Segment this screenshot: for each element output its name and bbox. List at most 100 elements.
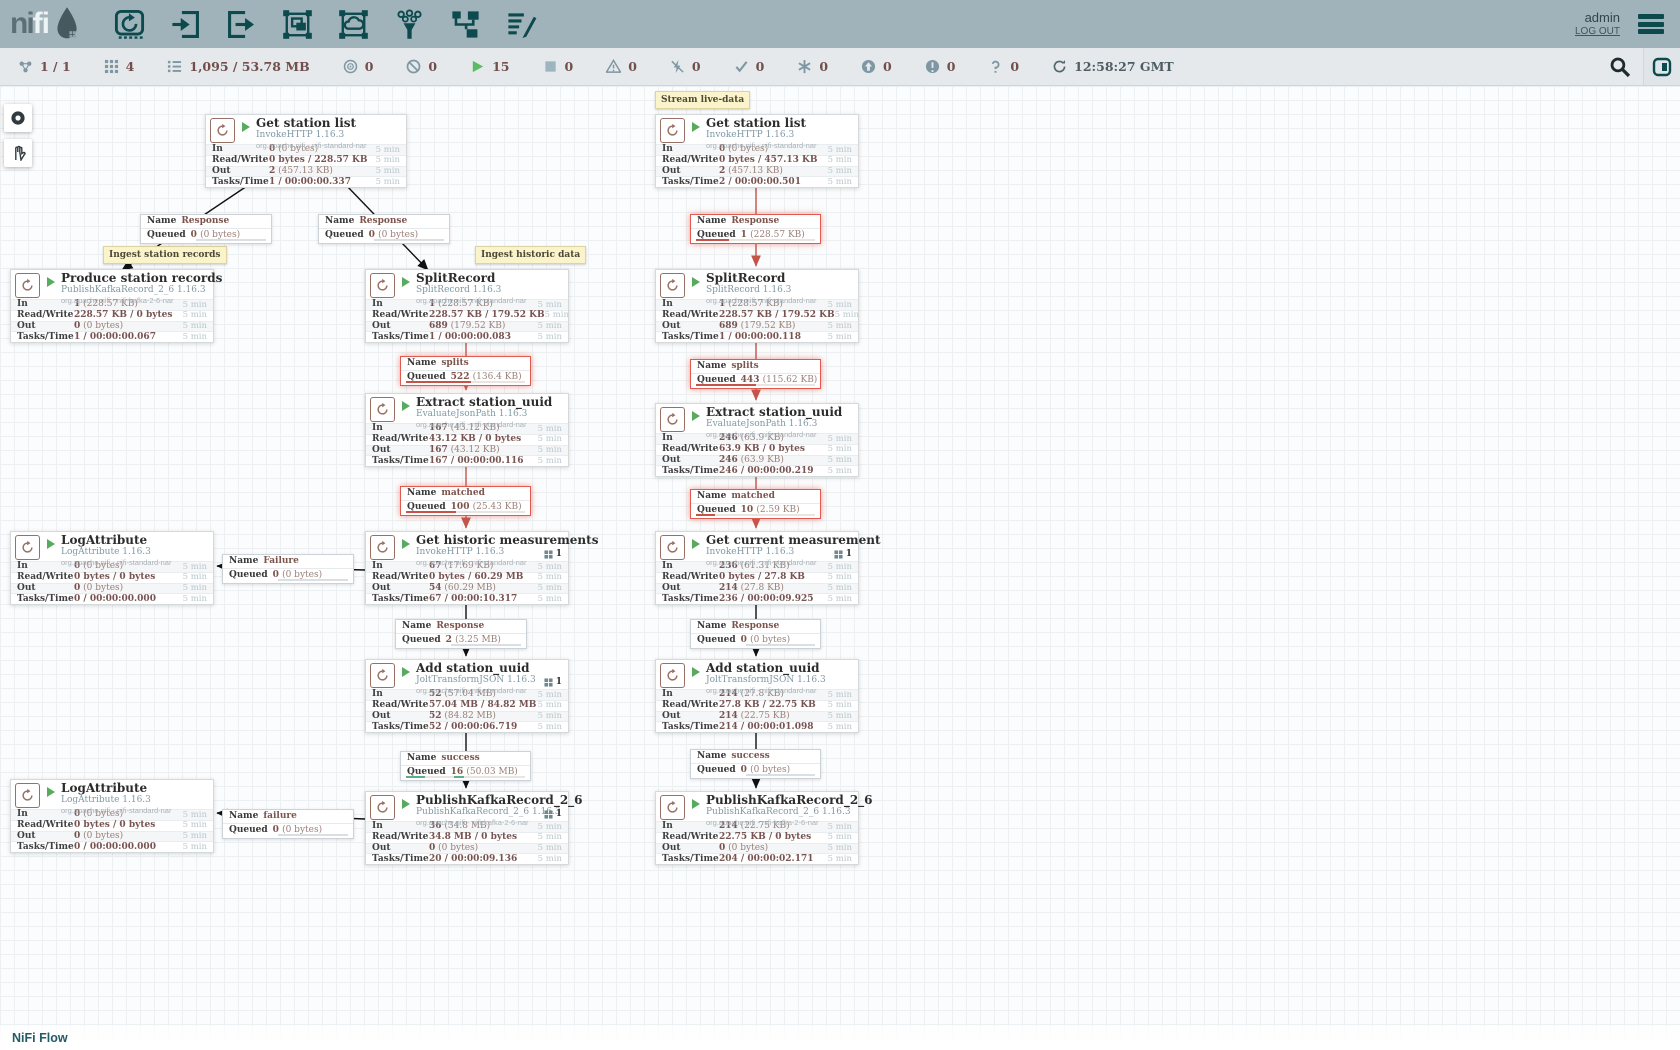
connection-response-to-produce[interactable]: NameResponseQueued0 (0 bytes) (140, 214, 272, 244)
connection-response-to-split[interactable]: NameResponseQueued0 (0 bytes) (318, 214, 450, 244)
processor-splitrecord-historic[interactable]: SplitRecordSplitRecord 1.16.3org.apache.… (365, 269, 569, 343)
connection-name-value: Failure (263, 557, 299, 567)
processor-name: Extract station_uuid (416, 396, 568, 408)
tool-processor-icon[interactable] (114, 9, 145, 40)
connection-failure-upper[interactable]: NameFailureQueued0 (0 bytes) (222, 554, 354, 584)
connection-success-live[interactable]: NamesuccessQueued0 (0 bytes) (690, 749, 821, 779)
tool-label-icon[interactable] (506, 9, 537, 40)
breadcrumb[interactable]: NiFi Flow (12, 1031, 68, 1045)
stat-row-out: Out689 (179.52 KB)5 min (366, 321, 568, 332)
stat-value: 246 / 00:00:00.219 (719, 467, 828, 476)
connection-matched-historic[interactable]: NamematchedQueued100 (25.43 KB) (400, 486, 531, 516)
connection-splits-live[interactable]: NamesplitsQueued443 (115.62 KB) (690, 359, 821, 389)
processor-publishkafka-live[interactable]: PublishKafkaRecord_2_6PublishKafkaRecord… (655, 791, 859, 865)
flow-canvas[interactable]: NiFi Flow Ingest station records Ingest h… (0, 86, 1680, 1050)
queue-percent-bar (406, 776, 525, 778)
processor-splitrecord-live[interactable]: SplitRecordSplitRecord 1.16.3org.apache.… (655, 269, 859, 343)
operate-button[interactable] (4, 139, 32, 167)
status-last-refresh[interactable]: 12:58:27 GMT (1052, 59, 1174, 74)
stat-row-tasks-time: Tasks/Time0 / 00:00:00.0005 min (11, 841, 213, 852)
processor-logattribute-lower[interactable]: LogAttributeLogAttribute 1.16.3org.apach… (10, 779, 214, 853)
global-menu-icon[interactable] (1638, 14, 1664, 34)
queue-percent-bar (696, 644, 815, 646)
tool-output-port-icon[interactable] (226, 9, 257, 40)
stat-row-out: Out52 (84.82 MB)5 min (366, 711, 568, 722)
processor-produce-station-records[interactable]: Produce station recordsPublishKafkaRecor… (10, 269, 214, 343)
flow-label[interactable]: Ingest station records (103, 246, 227, 264)
stat-value: 0 bytes / 0 bytes (74, 573, 183, 582)
stat-value: 228.57 KB / 179.52 KB (429, 311, 545, 320)
processor-type-icon (660, 118, 685, 143)
processor-publishkafka-historic[interactable]: PublishKafkaRecord_2_6PublishKafkaRecord… (365, 791, 569, 865)
processor-get-station-list-live[interactable]: Get station listInvokeHTTP 1.16.3org.apa… (655, 114, 859, 188)
processor-add-station-uuid-historic[interactable]: Add station_uuidJoltTransformJSON 1.16.3… (365, 659, 569, 733)
stat-value: 0 bytes / 228.57 KB (269, 156, 376, 165)
flow-label[interactable]: Ingest historic data (475, 246, 586, 264)
stat-window: 5 min (828, 573, 852, 582)
stat-window: 5 min (538, 435, 562, 444)
stat-window: 5 min (835, 311, 859, 320)
processor-header: SplitRecordSplitRecord 1.16.3org.apache.… (656, 270, 858, 299)
stat-label: Read/Write (372, 311, 429, 320)
connection-response-historic[interactable]: NameResponseQueued2 (3.25 MB) (395, 619, 527, 649)
processor-extract-station-uuid-live[interactable]: Extract station_uuidEvaluateJsonPath 1.1… (655, 403, 859, 477)
stat-value: 34.8 MB / 0 bytes (429, 833, 538, 842)
processor-bundle: org.apache.nifi - nifi-kafka-2-6-nar (416, 819, 568, 827)
processor-type: PublishKafkaRecord_2_6 1.16.3 (706, 808, 858, 817)
processor-get-current-measurement[interactable]: Get current measurementInvokeHTTP 1.16.3… (655, 531, 859, 605)
processor-add-station-uuid-live[interactable]: Add station_uuidJoltTransformJSON 1.16.3… (655, 659, 859, 733)
search-icon[interactable] (1609, 56, 1631, 78)
flow-label[interactable]: Stream live-data (655, 91, 750, 109)
breadcrumb-bar: NiFi Flow (0, 1025, 1680, 1050)
processor-get-historic-measurements[interactable]: Get historic measurementsInvokeHTTP 1.16… (365, 531, 569, 605)
connection-name-key: Name (697, 752, 726, 762)
status-connected-nodes-value: 1 / 1 (40, 59, 71, 74)
stat-value: 0 / 00:00:00.000 (74, 843, 183, 852)
status-sync-failure-value: 0 (1010, 59, 1019, 74)
tool-funnel-icon[interactable] (394, 9, 425, 40)
stat-row-out: Out2 (457.13 KB)5 min (206, 166, 406, 177)
connection-splits-historic[interactable]: NamesplitsQueued522 (136.4 KB) (400, 356, 531, 386)
stat-label: Tasks/Time (372, 723, 429, 732)
stat-value: 167 (43.12 KB) (429, 446, 538, 455)
status-disabled-value: 0 (692, 59, 701, 74)
stat-window: 5 min (828, 467, 852, 476)
stat-window: 5 min (538, 855, 562, 864)
connection-name-value: splits (441, 359, 468, 369)
stat-window: 5 min (538, 333, 562, 342)
running-status-icon (692, 799, 700, 809)
stat-row-out: Out0 (0 bytes)5 min (366, 843, 568, 854)
navigate-button[interactable] (4, 104, 32, 132)
processor-get-station-list-historic[interactable]: Get station listInvokeHTTP 1.16.3org.apa… (205, 114, 407, 188)
stat-value: 214 (27.8 KB) (719, 584, 828, 593)
connection-response-live-2[interactable]: NameResponseQueued0 (0 bytes) (690, 619, 821, 649)
connection-matched-live[interactable]: NamematchedQueued10 (2.59 KB) (690, 489, 821, 519)
tool-template-icon[interactable] (450, 9, 481, 40)
logout-link[interactable]: LOG OUT (1575, 26, 1620, 39)
connection-name-row: NameResponse (141, 215, 271, 229)
processor-type: EvaluateJsonPath 1.16.3 (706, 420, 858, 429)
stat-row-read-write: Read/Write228.57 KB / 179.52 KB5 min (366, 310, 568, 321)
tool-remote-process-group-icon[interactable] (338, 9, 369, 40)
stat-window: 5 min (828, 584, 852, 593)
app-header: nifi admin LOG OUT (0, 0, 1680, 48)
connection-failure-lower[interactable]: NamefailureQueued0 (0 bytes) (222, 809, 354, 839)
tool-process-group-icon[interactable] (282, 9, 313, 40)
processor-header: Add station_uuidJoltTransformJSON 1.16.3… (656, 660, 858, 689)
stat-window: 5 min (376, 167, 400, 176)
connection-success-historic[interactable]: NamesuccessQueued16 (50.03 MB) (400, 751, 531, 781)
processor-logattribute-upper[interactable]: LogAttributeLogAttribute 1.16.3org.apach… (10, 531, 214, 605)
stat-row-tasks-time: Tasks/Time246 / 00:00:00.2195 min (656, 465, 858, 476)
tool-input-port-icon[interactable] (170, 9, 201, 40)
status-disabled: 0 (670, 59, 701, 74)
stat-label: Out (662, 712, 719, 721)
processor-type-icon (660, 273, 685, 298)
status-locally-modified-stale-value: 0 (947, 59, 956, 74)
active-threads-badge: 1 (834, 549, 852, 559)
panel-toggle-icon[interactable] (1643, 48, 1680, 85)
processor-header: SplitRecordSplitRecord 1.16.3org.apache.… (366, 270, 568, 299)
connection-response-live[interactable]: NameResponseQueued1 (228.57 KB) (690, 214, 821, 244)
stat-label: Tasks/Time (17, 333, 74, 342)
processor-extract-station-uuid-historic[interactable]: Extract station_uuidEvaluateJsonPath 1.1… (365, 393, 569, 467)
stat-window: 5 min (828, 855, 852, 864)
